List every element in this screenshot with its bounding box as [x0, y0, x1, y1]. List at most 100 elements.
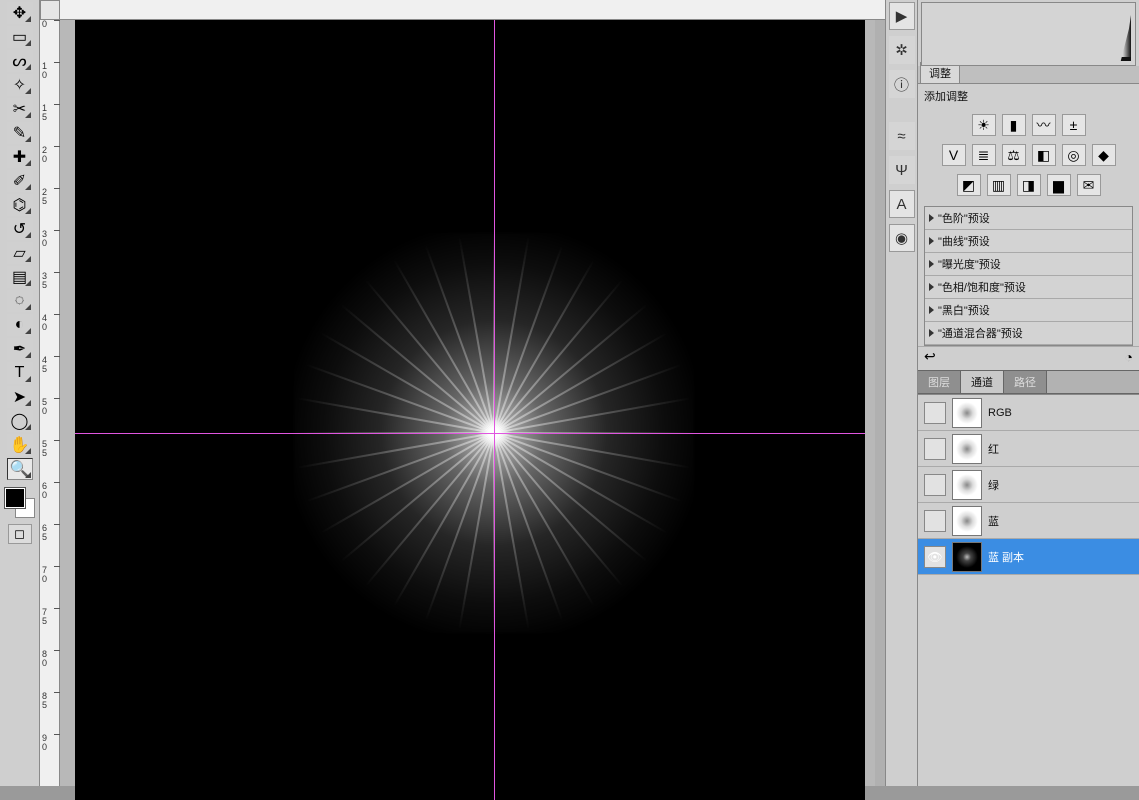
ruler-mark: 10	[42, 62, 58, 80]
ruler-mark: 50	[42, 398, 58, 416]
ruler-mark: 85	[42, 692, 58, 710]
actions-icon[interactable]: ▶	[889, 2, 915, 30]
foreground-color-swatch[interactable]	[5, 488, 25, 508]
channel-name: 蓝	[988, 513, 999, 529]
zoom-tool[interactable]: 🔍	[7, 458, 33, 480]
preset-item[interactable]: "色相/饱和度"预设	[925, 276, 1132, 299]
channel-row[interactable]: 绿	[918, 467, 1139, 503]
type-tool[interactable]: T	[7, 362, 33, 384]
preset-item[interactable]: "通道混合器"预设	[925, 322, 1132, 345]
magic-wand-tool[interactable]: ✧	[7, 74, 33, 96]
channel-mixer-icon[interactable]: ◆	[1092, 144, 1116, 166]
styles-icon[interactable]: Ψ	[889, 156, 915, 184]
ruler-mark: 60	[42, 482, 58, 500]
levels-icon[interactable]: ▮	[1002, 114, 1026, 136]
channel-name: 绿	[988, 477, 999, 493]
clone-stamp-tool[interactable]: ⌬	[7, 194, 33, 216]
ruler-mark: 35	[42, 272, 58, 290]
curves-icon[interactable]: 〰	[1032, 114, 1056, 136]
exposure-icon[interactable]: ±	[1062, 114, 1086, 136]
canvas-wrap	[60, 20, 875, 786]
channel-row[interactable]: 蓝	[918, 503, 1139, 539]
adjustment-presets-list[interactable]: "色阶"预设 "曲线"预设"曝光度"预设"色相/饱和度"预设"黑白"预设"通道混合…	[924, 206, 1133, 346]
swatches-icon[interactable]: ≈	[889, 122, 915, 150]
brush-tool[interactable]: ✐	[7, 170, 33, 192]
blur-tool[interactable]: ◌	[7, 290, 33, 312]
hue-sat-icon[interactable]: ≣	[972, 144, 996, 166]
guide-horizontal[interactable]	[75, 433, 865, 434]
channel-name: 红	[988, 441, 999, 457]
brightness-contrast-icon[interactable]: ☀	[972, 114, 996, 136]
character-icon[interactable]: A	[889, 190, 915, 218]
ruler-vertical[interactable]: 01015202530354045505560657075808590	[40, 20, 60, 786]
preset-item[interactable]: "曝光度"预设	[925, 253, 1132, 276]
ruler-mark: 40	[42, 314, 58, 332]
path-selection-tool[interactable]: ➤	[7, 386, 33, 408]
adjustments-footer: ↩ ◔	[918, 346, 1139, 366]
preset-item[interactable]: "黑白"预设	[925, 299, 1132, 322]
healing-brush-tool[interactable]: ✚	[7, 146, 33, 168]
expand-arrow-icon	[929, 237, 934, 245]
posterize-icon[interactable]: ▥	[987, 174, 1011, 196]
expand-arrow-icon	[929, 329, 934, 337]
ruler-horizontal[interactable]	[60, 0, 885, 20]
channels-list[interactable]: RGB 红绿蓝 👁 蓝 副本	[918, 394, 1139, 786]
hand-tool[interactable]: ✋	[7, 434, 33, 456]
history-brush-tool[interactable]: ↺	[7, 218, 33, 240]
visibility-toggle[interactable]	[924, 474, 946, 496]
ruler-mark: 65	[42, 524, 58, 542]
crop-tool[interactable]: ✂	[7, 98, 33, 120]
selective-color-icon[interactable]: ✉	[1077, 174, 1101, 196]
preset-item[interactable]: "曲线"预设	[925, 230, 1132, 253]
photo-filter-icon[interactable]: ◎	[1062, 144, 1086, 166]
right-panels: 调整 添加调整 ☀▮〰±V≣⚖◧◎◆◩▥◨▆✉ "色阶"预设"曲线"预设"曝光度…	[917, 0, 1139, 786]
channel-name: 蓝 副本	[988, 549, 1024, 565]
ruler-corner	[40, 0, 60, 20]
tab-channels[interactable]: 通道	[961, 371, 1004, 393]
marquee-tool[interactable]: ▭	[7, 26, 33, 48]
clip-icon[interactable]: ◔	[1125, 349, 1133, 365]
preset-item[interactable]: "色阶"预设	[925, 207, 1132, 230]
move-tool[interactable]: ✥	[7, 2, 33, 24]
pen-tool[interactable]: ✒	[7, 338, 33, 360]
preset-label: "色阶"预设	[938, 210, 990, 226]
lasso-tool[interactable]: ᔕ	[7, 50, 33, 72]
ruler-mark: 75	[42, 608, 58, 626]
ruler-mark: 70	[42, 566, 58, 584]
channel-thumbnail	[952, 470, 982, 500]
eyedropper-tool[interactable]: ✎	[7, 122, 33, 144]
visibility-toggle[interactable]	[924, 438, 946, 460]
ruler-mark: 80	[42, 650, 58, 668]
channel-row[interactable]: 👁 蓝 副本	[918, 539, 1139, 575]
channel-row[interactable]: RGB	[918, 395, 1139, 431]
preset-item[interactable]: "可选颜色"预设	[925, 345, 1132, 346]
ruler-mark: 45	[42, 356, 58, 374]
color-swatches[interactable]	[5, 488, 35, 518]
quick-mask-icon[interactable]: ◻	[8, 524, 32, 544]
camera-icon[interactable]: ◉	[889, 224, 915, 252]
channel-row[interactable]: 红	[918, 431, 1139, 467]
vibrance-icon[interactable]: V	[942, 144, 966, 166]
guide-vertical[interactable]	[494, 20, 495, 800]
visibility-toggle[interactable]	[924, 402, 946, 424]
visibility-toggle[interactable]: 👁	[924, 546, 946, 568]
tab-layers[interactable]: 图层	[918, 371, 961, 393]
gradient-map-icon[interactable]: ▆	[1047, 174, 1071, 196]
adjustments-icons: ☀ ▮ 〰 ± V ≣ ⚖ ◧ ◎ ◆ ◩ ▥ ◨ ▆ ✉	[918, 108, 1139, 202]
expand-arrow-icon	[929, 260, 934, 268]
visibility-toggle[interactable]	[924, 510, 946, 532]
shape-tool[interactable]: ◯	[7, 410, 33, 432]
gradient-tool[interactable]: ▤	[7, 266, 33, 288]
bw-icon[interactable]: ◧	[1032, 144, 1056, 166]
eraser-tool[interactable]: ▱	[7, 242, 33, 264]
tab-paths[interactable]: 路径	[1004, 371, 1047, 393]
invert-icon[interactable]: ◩	[957, 174, 981, 196]
channel-thumbnail	[952, 542, 982, 572]
navigator-icon[interactable]: ✲	[889, 36, 915, 64]
canvas[interactable]	[75, 20, 865, 800]
dodge-tool[interactable]: ◐	[7, 314, 33, 336]
return-icon[interactable]: ↩	[924, 348, 936, 365]
info-icon[interactable]: ⓘ	[889, 70, 915, 98]
threshold-icon[interactable]: ◨	[1017, 174, 1041, 196]
color-balance-icon[interactable]: ⚖	[1002, 144, 1026, 166]
